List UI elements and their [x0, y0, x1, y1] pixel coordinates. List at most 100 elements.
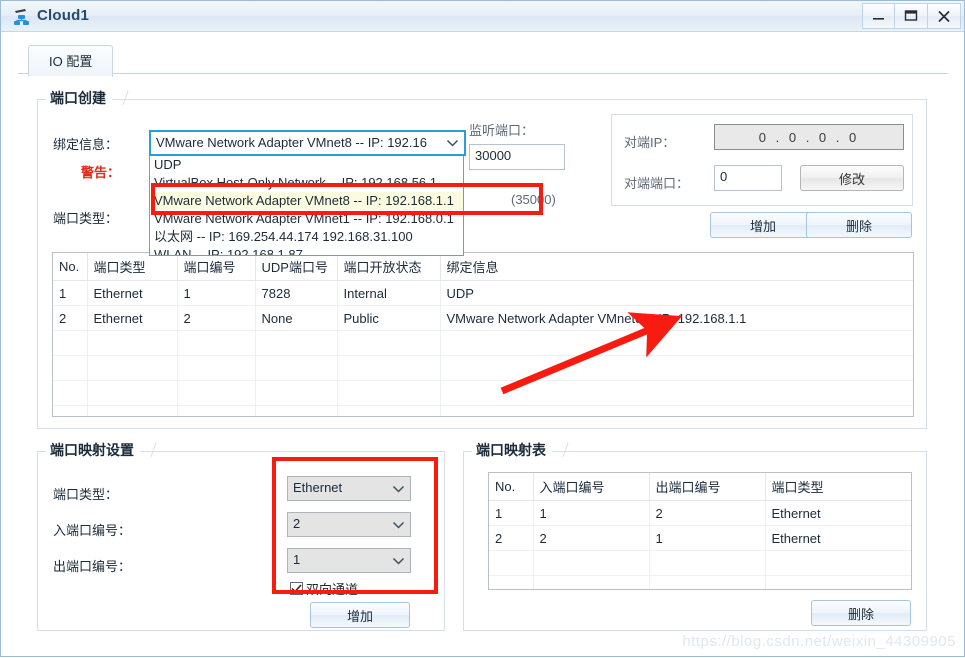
table-cell: Ethernet: [765, 525, 911, 551]
table-cell: Internal: [337, 280, 441, 306]
table-row[interactable]: [53, 380, 913, 406]
table-cell: 2: [649, 500, 766, 526]
table-cell: 2: [177, 305, 256, 331]
table-cell: [255, 405, 338, 416]
window-controls: [862, 3, 961, 30]
table-cell: [533, 550, 650, 576]
table-header-cell: UDP端口号: [255, 253, 338, 281]
table-row[interactable]: 2 Ethernet 2 None Public VMware Network Adapt…: [53, 305, 913, 331]
mapping-delete-button[interactable]: 删除: [811, 600, 911, 626]
out-port-number-combobox[interactable]: 1: [287, 548, 411, 573]
mapping-port-type-combobox[interactable]: Ethernet: [287, 476, 411, 501]
port-type-label: 端口类型：: [53, 211, 119, 226]
table-row[interactable]: [53, 330, 913, 356]
table-row[interactable]: [53, 405, 913, 416]
bidirectional-channel-checkbox[interactable]: 双向通道: [290, 579, 358, 598]
dropdown-option[interactable]: VMware Network Adapter VMnet1 -- IP: 192…: [150, 210, 463, 228]
table-cell: [87, 355, 178, 381]
dropdown-option[interactable]: UDP: [150, 156, 463, 174]
table-header-cell: 入端口编号: [533, 473, 650, 501]
table-cell: [533, 575, 650, 589]
table-cell: [649, 550, 766, 576]
table-cell: 2: [489, 525, 534, 551]
table-cell: [53, 330, 88, 356]
close-button[interactable]: [928, 3, 961, 29]
table-cell: [177, 355, 256, 381]
port-mapping-settings-group: 端口映射设置 端口类型： Ethernet 入端口编号： 2 出端口编号： 1: [37, 440, 445, 631]
table-cell: 1: [53, 280, 88, 306]
table-row[interactable]: 1 1 2 Ethernet: [489, 500, 911, 526]
tab-io-config[interactable]: IO 配置: [28, 45, 114, 77]
modify-button[interactable]: 修改: [800, 165, 904, 191]
watermark-text: https://blog.csdn.net/weixin_44309905: [682, 633, 956, 650]
chevron-down-icon: [392, 553, 405, 568]
table-cell: [337, 405, 441, 416]
dropdown-option[interactable]: VMware Network Adapter VMnet8 -- IP: 192…: [150, 192, 463, 210]
listen-port-hint: (35000): [511, 192, 556, 207]
table-cell: [337, 380, 441, 406]
port-mapping-table-title: 端口映射表: [472, 440, 552, 460]
chevron-down-icon: [392, 481, 405, 496]
table-row[interactable]: [489, 575, 911, 589]
port-table[interactable]: No. 端口类型 端口编号 UDP端口号 端口开放状态 绑定信息 1 Ethernet 1 78…: [52, 252, 914, 417]
table-cell: [87, 380, 178, 406]
table-cell: [87, 405, 178, 416]
table-cell: [765, 575, 911, 589]
add-port-button[interactable]: 增加: [710, 212, 816, 238]
binding-info-combobox[interactable]: VMware Network Adapter VMnet8 -- IP: 192…: [149, 130, 466, 156]
table-cell: [255, 330, 338, 356]
delete-port-button[interactable]: 删除: [806, 212, 912, 238]
port-mapping-table-group: 端口映射表 No. 入端口编号 出端口编号 端口类型 1 1 2 Ethernet 2 2 1 Et…: [463, 440, 927, 631]
listen-port-label: 监听端口：: [469, 123, 535, 138]
table-cell: [337, 355, 441, 381]
title-bar: Cloud1: [1, 1, 964, 32]
table-cell: 1: [649, 525, 766, 551]
dropdown-option[interactable]: VirtualBox Host-Only Network -- IP: 192.…: [150, 174, 463, 192]
table-cell: [440, 380, 913, 406]
table-header-cell: No.: [489, 473, 534, 501]
dropdown-option[interactable]: WLAN -- IP: 192.168.1.87: [150, 246, 463, 255]
mapping-add-button[interactable]: 增加: [310, 602, 410, 628]
table-cell: [255, 380, 338, 406]
table-cell: [440, 355, 913, 381]
peer-ip-input[interactable]: 0 . 0 . 0 . 0: [714, 124, 904, 150]
port-create-group-title: 端口创建: [46, 88, 112, 108]
table-cell: [440, 330, 913, 356]
peer-port-label: 对端端口：: [624, 176, 690, 191]
table-cell: [489, 550, 534, 576]
table-cell: 1: [489, 500, 534, 526]
window-title: Cloud1: [37, 7, 90, 24]
table-cell: [53, 405, 88, 416]
peer-ip-label: 对端IP：: [624, 135, 676, 150]
table-header-cell: 端口类型: [87, 253, 178, 281]
mapping-port-type-value: Ethernet: [293, 480, 343, 495]
maximize-button[interactable]: [895, 3, 928, 29]
table-cell: [337, 330, 441, 356]
table-cell: UDP: [440, 280, 913, 306]
in-port-number-combobox[interactable]: 2: [287, 512, 411, 537]
table-row[interactable]: 1 Ethernet 1 7828 Internal UDP: [53, 280, 913, 306]
peer-port-input[interactable]: 0: [714, 165, 782, 191]
table-cell: 7828: [255, 280, 338, 306]
binding-info-label: 绑定信息：: [53, 137, 119, 152]
table-header-cell: No.: [53, 253, 88, 281]
table-row[interactable]: [53, 355, 913, 381]
table-row[interactable]: [489, 550, 911, 576]
application-window: Cloud1 IO 配置 端口创建 绑定信息： 警告： 端口类型： 监听端口： …: [0, 0, 965, 657]
port-mapping-settings-title: 端口映射设置: [46, 440, 140, 460]
table-cell: Ethernet: [87, 305, 178, 331]
listen-port-input[interactable]: 30000: [469, 144, 565, 170]
in-port-number-label: 入端口编号：: [53, 523, 132, 538]
table-cell: 1: [533, 500, 650, 526]
minimize-button[interactable]: [862, 3, 895, 29]
binding-info-dropdown-list[interactable]: UDP VirtualBox Host-Only Network -- IP: 1…: [149, 156, 464, 256]
mapping-table-header-row: No. 入端口编号 出端口编号 端口类型: [489, 473, 911, 501]
table-cell: [440, 405, 913, 416]
checkbox-box: [290, 582, 303, 595]
bidirectional-channel-label: 双向通道: [306, 582, 359, 597]
port-table-header-row: No. 端口类型 端口编号 UDP端口号 端口开放状态 绑定信息: [53, 253, 913, 281]
mapping-table[interactable]: No. 入端口编号 出端口编号 端口类型 1 1 2 Ethernet 2 2 1 Ethernet: [488, 472, 912, 590]
table-row[interactable]: 2 2 1 Ethernet: [489, 525, 911, 551]
out-port-number-value: 1: [293, 552, 301, 567]
dropdown-option[interactable]: 以太网 -- IP: 169.254.44.174 192.168.31.100: [150, 228, 463, 246]
